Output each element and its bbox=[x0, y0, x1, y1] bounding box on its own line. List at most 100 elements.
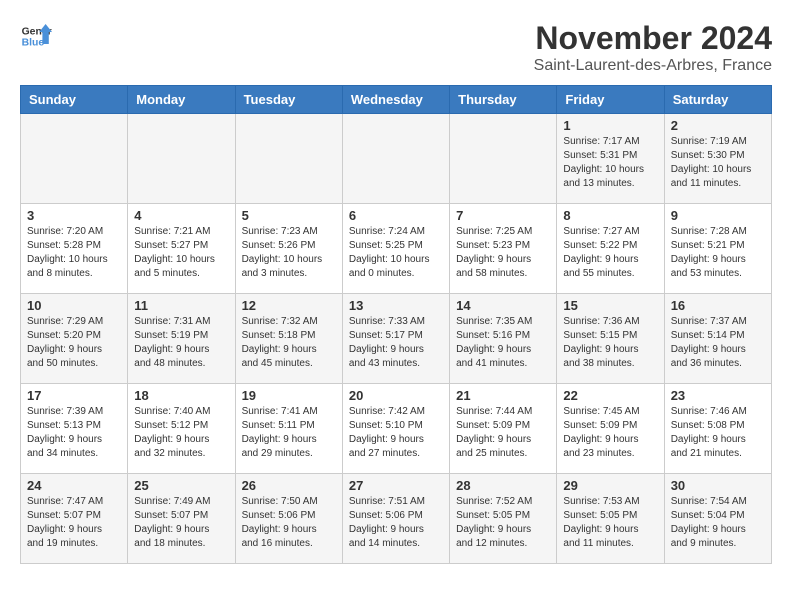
day-number: 6 bbox=[349, 208, 443, 223]
calendar-cell: 3 Sunrise: 7:20 AM Sunset: 5:28 PM Daylig… bbox=[21, 204, 128, 294]
day-number: 27 bbox=[349, 478, 443, 493]
day-number: 14 bbox=[456, 298, 550, 313]
cell-content: Sunrise: 7:50 AM Sunset: 5:06 PM Dayligh… bbox=[242, 495, 336, 551]
calendar-cell: 12 Sunrise: 7:32 AM Sunset: 5:18 PM Dayli… bbox=[235, 294, 342, 384]
calendar-cell bbox=[450, 114, 557, 204]
calendar-cell: 20 Sunrise: 7:42 AM Sunset: 5:10 PM Dayli… bbox=[342, 384, 449, 474]
calendar-cell: 14Sunrise: 7:35 AM Sunset: 5:16 PM Dayli… bbox=[450, 294, 557, 384]
day-number: 7 bbox=[456, 208, 550, 223]
day-number: 4 bbox=[134, 208, 228, 223]
month-title: November 2024 bbox=[534, 20, 772, 57]
calendar-table: SundayMondayTuesdayWednesdayThursdayFrid… bbox=[20, 85, 772, 564]
cell-content: Sunrise: 7:28 AM Sunset: 5:21 PM Dayligh… bbox=[671, 225, 765, 281]
calendar-week-row: 3 Sunrise: 7:20 AM Sunset: 5:28 PM Daylig… bbox=[21, 204, 772, 294]
calendar-cell: 1 Sunrise: 7:17 AM Sunset: 5:31 PM Daylig… bbox=[557, 114, 664, 204]
calendar-cell: 4Sunrise: 7:21 AM Sunset: 5:27 PM Daylig… bbox=[128, 204, 235, 294]
day-number: 1 bbox=[563, 118, 657, 133]
cell-content: Sunrise: 7:40 AM Sunset: 5:12 PM Dayligh… bbox=[134, 405, 228, 461]
day-number: 13 bbox=[349, 298, 443, 313]
cell-content: Sunrise: 7:20 AM Sunset: 5:28 PM Dayligh… bbox=[27, 225, 121, 281]
cell-content: Sunrise: 7:17 AM Sunset: 5:31 PM Dayligh… bbox=[563, 135, 657, 191]
cell-content: Sunrise: 7:53 AM Sunset: 5:05 PM Dayligh… bbox=[563, 495, 657, 551]
weekday-header-monday: Monday bbox=[128, 86, 235, 114]
weekday-header-wednesday: Wednesday bbox=[342, 86, 449, 114]
cell-content: Sunrise: 7:25 AM Sunset: 5:23 PM Dayligh… bbox=[456, 225, 550, 281]
calendar-week-row: 1 Sunrise: 7:17 AM Sunset: 5:31 PM Daylig… bbox=[21, 114, 772, 204]
cell-content: Sunrise: 7:54 AM Sunset: 5:04 PM Dayligh… bbox=[671, 495, 765, 551]
cell-content: Sunrise: 7:39 AM Sunset: 5:13 PM Dayligh… bbox=[27, 405, 121, 461]
calendar-cell: 7 Sunrise: 7:25 AM Sunset: 5:23 PM Daylig… bbox=[450, 204, 557, 294]
weekday-header-thursday: Thursday bbox=[450, 86, 557, 114]
logo: General Blue bbox=[20, 20, 52, 52]
cell-content: Sunrise: 7:36 AM Sunset: 5:15 PM Dayligh… bbox=[563, 315, 657, 371]
day-number: 18 bbox=[134, 388, 228, 403]
day-number: 25 bbox=[134, 478, 228, 493]
calendar-cell: 2 Sunrise: 7:19 AM Sunset: 5:30 PM Daylig… bbox=[664, 114, 771, 204]
day-number: 3 bbox=[27, 208, 121, 223]
cell-content: Sunrise: 7:23 AM Sunset: 5:26 PM Dayligh… bbox=[242, 225, 336, 281]
cell-content: Sunrise: 7:49 AM Sunset: 5:07 PM Dayligh… bbox=[134, 495, 228, 551]
cell-content: Sunrise: 7:51 AM Sunset: 5:06 PM Dayligh… bbox=[349, 495, 443, 551]
cell-content: Sunrise: 7:45 AM Sunset: 5:09 PM Dayligh… bbox=[563, 405, 657, 461]
calendar-cell: 18 Sunrise: 7:40 AM Sunset: 5:12 PM Dayli… bbox=[128, 384, 235, 474]
weekday-header-saturday: Saturday bbox=[664, 86, 771, 114]
day-number: 10 bbox=[27, 298, 121, 313]
calendar-cell: 9 Sunrise: 7:28 AM Sunset: 5:21 PM Daylig… bbox=[664, 204, 771, 294]
day-number: 17 bbox=[27, 388, 121, 403]
location-title: Saint-Laurent-des-Arbres, France bbox=[534, 57, 772, 75]
day-number: 9 bbox=[671, 208, 765, 223]
day-number: 19 bbox=[242, 388, 336, 403]
day-number: 8 bbox=[563, 208, 657, 223]
day-number: 12 bbox=[242, 298, 336, 313]
day-number: 5 bbox=[242, 208, 336, 223]
day-number: 2 bbox=[671, 118, 765, 133]
cell-content: Sunrise: 7:19 AM Sunset: 5:30 PM Dayligh… bbox=[671, 135, 765, 191]
cell-content: Sunrise: 7:52 AM Sunset: 5:05 PM Dayligh… bbox=[456, 495, 550, 551]
day-number: 16 bbox=[671, 298, 765, 313]
cell-content: Sunrise: 7:33 AM Sunset: 5:17 PM Dayligh… bbox=[349, 315, 443, 371]
cell-content: Sunrise: 7:37 AM Sunset: 5:14 PM Dayligh… bbox=[671, 315, 765, 371]
calendar-cell: 19 Sunrise: 7:41 AM Sunset: 5:11 PM Dayli… bbox=[235, 384, 342, 474]
cell-content: Sunrise: 7:46 AM Sunset: 5:08 PM Dayligh… bbox=[671, 405, 765, 461]
calendar-week-row: 17 Sunrise: 7:39 AM Sunset: 5:13 PM Dayli… bbox=[21, 384, 772, 474]
calendar-cell: 6 Sunrise: 7:24 AM Sunset: 5:25 PM Daylig… bbox=[342, 204, 449, 294]
day-number: 29 bbox=[563, 478, 657, 493]
cell-content: Sunrise: 7:42 AM Sunset: 5:10 PM Dayligh… bbox=[349, 405, 443, 461]
page-header: General Blue November 2024 Saint-Laurent… bbox=[20, 20, 772, 75]
cell-content: Sunrise: 7:29 AM Sunset: 5:20 PM Dayligh… bbox=[27, 315, 121, 371]
calendar-cell: 29 Sunrise: 7:53 AM Sunset: 5:05 PM Dayli… bbox=[557, 474, 664, 564]
calendar-cell bbox=[128, 114, 235, 204]
calendar-cell: 16 Sunrise: 7:37 AM Sunset: 5:14 PM Dayli… bbox=[664, 294, 771, 384]
day-number: 11 bbox=[134, 298, 228, 313]
cell-content: Sunrise: 7:47 AM Sunset: 5:07 PM Dayligh… bbox=[27, 495, 121, 551]
calendar-cell: 10 Sunrise: 7:29 AM Sunset: 5:20 PM Dayli… bbox=[21, 294, 128, 384]
cell-content: Sunrise: 7:32 AM Sunset: 5:18 PM Dayligh… bbox=[242, 315, 336, 371]
day-number: 24 bbox=[27, 478, 121, 493]
calendar-cell: 13 Sunrise: 7:33 AM Sunset: 5:17 PM Dayli… bbox=[342, 294, 449, 384]
calendar-cell: 27 Sunrise: 7:51 AM Sunset: 5:06 PM Dayli… bbox=[342, 474, 449, 564]
calendar-cell: 23 Sunrise: 7:46 AM Sunset: 5:08 PM Dayli… bbox=[664, 384, 771, 474]
calendar-cell: 30 Sunrise: 7:54 AM Sunset: 5:04 PM Dayli… bbox=[664, 474, 771, 564]
logo-icon: General Blue bbox=[20, 20, 52, 52]
weekday-header-tuesday: Tuesday bbox=[235, 86, 342, 114]
calendar-cell bbox=[21, 114, 128, 204]
day-number: 20 bbox=[349, 388, 443, 403]
svg-text:Blue: Blue bbox=[22, 38, 45, 49]
cell-content: Sunrise: 7:41 AM Sunset: 5:11 PM Dayligh… bbox=[242, 405, 336, 461]
cell-content: Sunrise: 7:24 AM Sunset: 5:25 PM Dayligh… bbox=[349, 225, 443, 281]
day-number: 23 bbox=[671, 388, 765, 403]
cell-content: Sunrise: 7:27 AM Sunset: 5:22 PM Dayligh… bbox=[563, 225, 657, 281]
calendar-cell bbox=[342, 114, 449, 204]
day-number: 22 bbox=[563, 388, 657, 403]
weekday-header-friday: Friday bbox=[557, 86, 664, 114]
calendar-cell: 5 Sunrise: 7:23 AM Sunset: 5:26 PM Daylig… bbox=[235, 204, 342, 294]
day-number: 30 bbox=[671, 478, 765, 493]
calendar-cell: 22 Sunrise: 7:45 AM Sunset: 5:09 PM Dayli… bbox=[557, 384, 664, 474]
day-number: 26 bbox=[242, 478, 336, 493]
calendar-cell: 21Sunrise: 7:44 AM Sunset: 5:09 PM Dayli… bbox=[450, 384, 557, 474]
day-number: 15 bbox=[563, 298, 657, 313]
calendar-cell: 25 Sunrise: 7:49 AM Sunset: 5:07 PM Dayli… bbox=[128, 474, 235, 564]
calendar-week-row: 24 Sunrise: 7:47 AM Sunset: 5:07 PM Dayli… bbox=[21, 474, 772, 564]
day-number: 21 bbox=[456, 388, 550, 403]
weekday-header-sunday: Sunday bbox=[21, 86, 128, 114]
